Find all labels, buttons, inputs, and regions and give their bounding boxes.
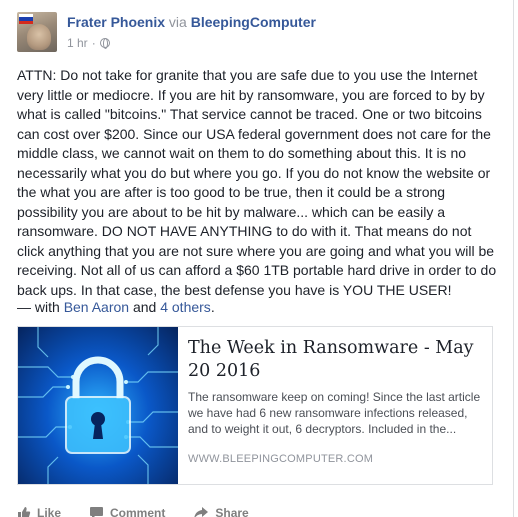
link-preview-card[interactable]: The Week in Ransomware - May 20 2016 The… <box>17 326 493 485</box>
link-title[interactable]: The Week in Ransomware - May 20 2016 <box>188 337 483 383</box>
like-button[interactable]: Like <box>17 503 61 517</box>
author-photo <box>27 24 51 50</box>
meta-separator: · <box>91 36 96 50</box>
post-meta: 1 hr · <box>67 36 110 50</box>
author-avatar[interactable] <box>17 12 57 52</box>
tagged-person-link[interactable]: Ben Aaron <box>64 299 129 315</box>
globe-icon[interactable] <box>99 38 110 49</box>
padlock-circuit-icon <box>18 327 178 484</box>
tag-and: and <box>132 299 157 315</box>
facebook-post: Frater Phoenix via BleepingComputer 1 hr… <box>0 0 518 517</box>
comment-label: Comment <box>110 506 166 517</box>
page-name-link[interactable]: BleepingComputer <box>191 14 316 30</box>
like-label: Like <box>37 506 62 517</box>
post-actions: Like Comment Share <box>17 503 277 517</box>
flag-icon <box>19 14 33 24</box>
share-icon <box>194 507 209 517</box>
tagged-others-link[interactable]: 4 others <box>160 299 211 315</box>
share-button[interactable]: Share <box>193 503 249 517</box>
post-border <box>513 0 514 517</box>
comment-icon <box>90 507 104 517</box>
link-preview-image[interactable] <box>18 327 178 484</box>
post-timestamp[interactable]: 1 hr <box>67 36 88 50</box>
author-name-link[interactable]: Frater Phoenix <box>67 14 165 30</box>
share-label: Share <box>215 506 249 517</box>
tag-period: . <box>210 299 215 315</box>
tag-prefix: — with <box>17 299 60 315</box>
via-label: via <box>168 14 187 30</box>
thumbs-up-icon <box>18 507 31 517</box>
author-line: Frater Phoenix via BleepingComputer <box>67 14 316 30</box>
link-domain: WWW.BLEEPINGCOMPUTER.COM <box>188 453 374 465</box>
tagged-people: — with Ben Aaron and 4 others. <box>17 299 215 315</box>
link-description: The ransomware keep on coming! Since the… <box>188 390 481 436</box>
post-body: ATTN: Do not take for granite that you a… <box>17 67 497 298</box>
comment-button[interactable]: Comment <box>89 503 165 517</box>
